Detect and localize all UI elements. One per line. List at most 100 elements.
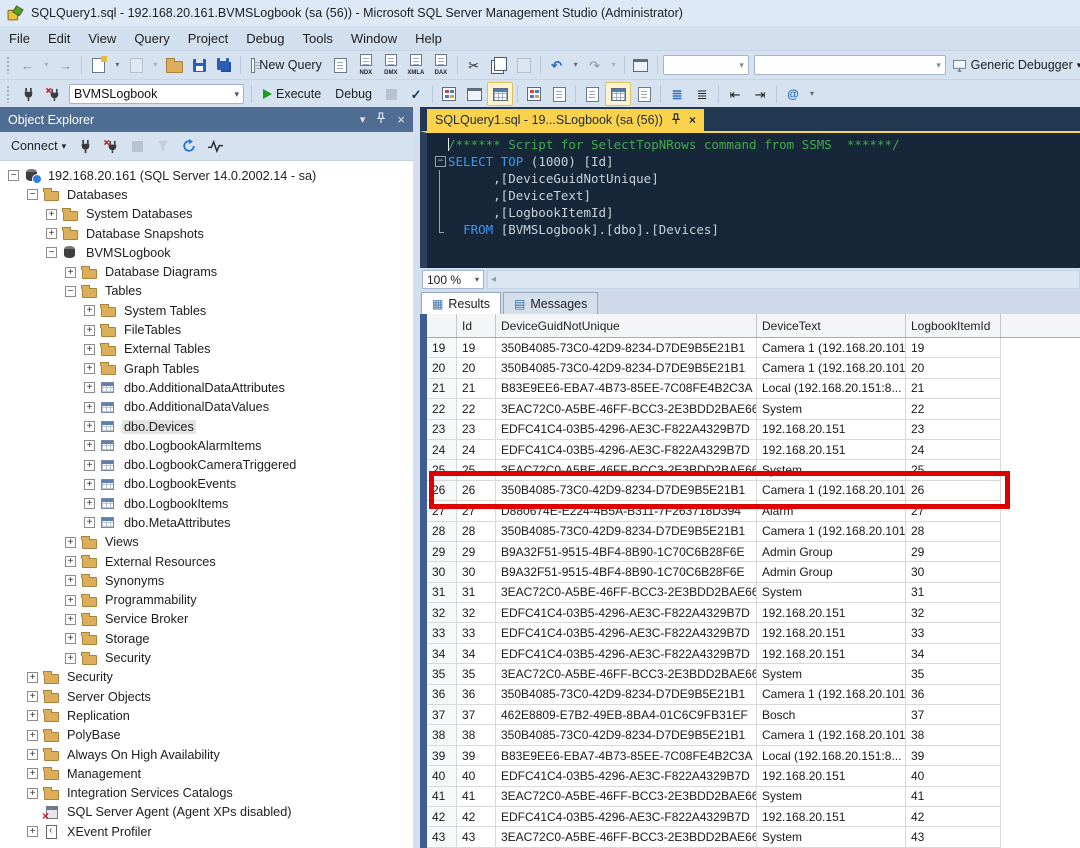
expand-expander[interactable]: + <box>27 768 38 779</box>
grid-cell[interactable]: EDFC41C4-03B5-4296-AE3C-F822A4329B7D <box>496 807 757 827</box>
row-number-cell[interactable]: 33 <box>427 623 457 643</box>
parse-query-button[interactable]: ✓ <box>404 83 428 105</box>
uncomment-selection-button[interactable]: ≣ <box>690 83 714 105</box>
row-number-cell[interactable]: 27 <box>427 501 457 521</box>
grid-cell[interactable]: System <box>757 399 906 419</box>
row-number-cell[interactable]: 40 <box>427 766 457 786</box>
expand-expander[interactable]: + <box>84 517 95 528</box>
menu-file[interactable]: File <box>0 28 39 49</box>
menu-query[interactable]: Query <box>125 28 178 49</box>
grid-cell[interactable]: Local (192.168.20.151:8... <box>757 746 906 766</box>
connect-button[interactable] <box>16 83 40 105</box>
tree-item[interactable]: +Views <box>0 533 413 552</box>
database-engine-query-button[interactable] <box>329 54 353 76</box>
expand-expander[interactable]: + <box>46 228 57 239</box>
expand-expander[interactable]: + <box>27 710 38 721</box>
expand-expander[interactable]: + <box>27 730 38 741</box>
grid-cell[interactable]: 33 <box>457 623 496 643</box>
collapse-expander[interactable]: − <box>65 286 76 297</box>
grid-cell[interactable]: Camera 1 (192.168.20.101) <box>757 685 906 705</box>
expand-expander[interactable]: + <box>84 498 95 509</box>
selection-window-button[interactable] <box>629 54 653 76</box>
tree-item[interactable]: +FileTables <box>0 320 413 339</box>
new-item-dropdown[interactable]: ▾ <box>111 54 123 76</box>
tree-item[interactable]: +dbo.LogbookAlarmItems <box>0 436 413 455</box>
menu-view[interactable]: View <box>79 28 125 49</box>
grid-cell[interactable]: Camera 1 (192.168.20.101) <box>757 522 906 542</box>
change-connection-button[interactable] <box>41 83 65 105</box>
expand-expander[interactable]: + <box>84 460 95 471</box>
expand-expander[interactable]: + <box>84 440 95 451</box>
menu-tools[interactable]: Tools <box>294 28 342 49</box>
grid-cell[interactable]: 25 <box>906 460 1001 480</box>
tree-item[interactable]: +Database Diagrams <box>0 262 413 281</box>
results-tab-messages[interactable]: ▤Messages <box>503 292 598 314</box>
row-number-cell[interactable]: 21 <box>427 379 457 399</box>
pin-icon[interactable] <box>376 112 386 127</box>
tree-item[interactable]: +dbo.AdditionalDataValues <box>0 398 413 417</box>
open-file-button[interactable] <box>162 54 186 76</box>
grid-cell[interactable]: 3EAC72C0-A5BE-46FF-BCC3-2E3BDD2BAE66 <box>496 787 757 807</box>
grid-cell[interactable]: B83E9EE6-EBA7-4B73-85EE-7C08FE4B2C3A <box>496 746 757 766</box>
grid-cell[interactable]: 20 <box>906 358 1001 378</box>
grid-cell[interactable]: 3EAC72C0-A5BE-46FF-BCC3-2E3BDD2BAE66 <box>496 583 757 603</box>
grid-cell[interactable]: EDFC41C4-03B5-4296-AE3C-F822A4329B7D <box>496 623 757 643</box>
grid-cell[interactable]: Bosch <box>757 705 906 725</box>
grid-cell[interactable]: 192.168.20.151 <box>757 807 906 827</box>
close-icon[interactable]: × <box>397 112 405 127</box>
menu-help[interactable]: Help <box>406 28 451 49</box>
row-number-cell[interactable]: 31 <box>427 583 457 603</box>
tree-item[interactable]: +dbo.Devices <box>0 417 413 436</box>
tree-item[interactable]: −192.168.20.161 (SQL Server 14.0.2002.14… <box>0 166 413 185</box>
tree-item[interactable]: +Programmability <box>0 591 413 610</box>
grid-cell[interactable]: 19 <box>906 338 1001 358</box>
tree-item[interactable]: +dbo.AdditionalDataAttributes <box>0 378 413 397</box>
expand-expander[interactable]: + <box>27 672 38 683</box>
grid-cell[interactable]: 20 <box>457 358 496 378</box>
tree-item[interactable]: −Tables <box>0 282 413 301</box>
copy-button[interactable] <box>487 54 511 76</box>
panel-splitter[interactable] <box>413 107 420 848</box>
grid-cell[interactable]: 36 <box>906 685 1001 705</box>
grid-cell[interactable]: 34 <box>906 644 1001 664</box>
tree-item[interactable]: −BVMSLogbook <box>0 243 413 262</box>
grid-cell[interactable]: System <box>757 583 906 603</box>
decrease-indent-button[interactable]: ⇤ <box>723 83 747 105</box>
grid-cell[interactable]: 192.168.20.151 <box>757 440 906 460</box>
grid-cell[interactable]: Camera 1 (192.168.20.101) <box>757 338 906 358</box>
tree-item[interactable]: +External Tables <box>0 340 413 359</box>
row-number-cell[interactable]: 22 <box>427 399 457 419</box>
debug-button[interactable]: Debug <box>329 83 378 105</box>
expand-expander[interactable]: + <box>84 421 95 432</box>
grid-cell[interactable]: 43 <box>457 827 496 847</box>
grid-cell[interactable]: 38 <box>457 725 496 745</box>
row-number-cell[interactable]: 34 <box>427 644 457 664</box>
grid-cell[interactable]: 19 <box>457 338 496 358</box>
new-query-button[interactable]: New Query <box>245 54 328 76</box>
grid-cell[interactable]: B83E9EE6-EBA7-4B73-85EE-7C08FE4B2C3A <box>496 379 757 399</box>
row-number-cell[interactable]: 42 <box>427 807 457 827</box>
expand-expander[interactable]: + <box>27 691 38 702</box>
tree-item[interactable]: +XEvent Profiler <box>0 822 413 841</box>
grid-cell[interactable]: 192.168.20.151 <box>757 644 906 664</box>
analysis-services-xmla-query-button[interactable]: XMLA <box>404 54 428 76</box>
row-number-cell[interactable]: 30 <box>427 562 457 582</box>
grid-cell[interactable]: 28 <box>906 522 1001 542</box>
grid-cell[interactable]: 192.168.20.151 <box>757 603 906 623</box>
grid-cell[interactable]: B9A32F51-9515-4BF4-8B90-1C70C6B28F6E <box>496 562 757 582</box>
grid-cell[interactable]: 3EAC72C0-A5BE-46FF-BCC3-2E3BDD2BAE66 <box>496 460 757 480</box>
pin-icon[interactable] <box>671 113 681 128</box>
grid-cell[interactable]: 192.168.20.151 <box>757 766 906 786</box>
comment-selection-button[interactable]: ≣ <box>665 83 689 105</box>
grid-cell[interactable]: EDFC41C4-03B5-4296-AE3C-F822A4329B7D <box>496 644 757 664</box>
grid-cell[interactable]: System <box>757 827 906 847</box>
tree-item[interactable]: +Storage <box>0 629 413 648</box>
tree-item[interactable]: +Graph Tables <box>0 359 413 378</box>
grid-cell[interactable]: 38 <box>906 725 1001 745</box>
row-number-cell[interactable]: 41 <box>427 787 457 807</box>
row-number-cell[interactable]: 20 <box>427 358 457 378</box>
toolbar-combo-2[interactable]: ▾ <box>754 55 946 75</box>
expand-expander[interactable]: + <box>84 363 95 374</box>
column-header-devicetext[interactable]: DeviceText <box>757 314 906 337</box>
grid-cell[interactable]: 30 <box>457 562 496 582</box>
